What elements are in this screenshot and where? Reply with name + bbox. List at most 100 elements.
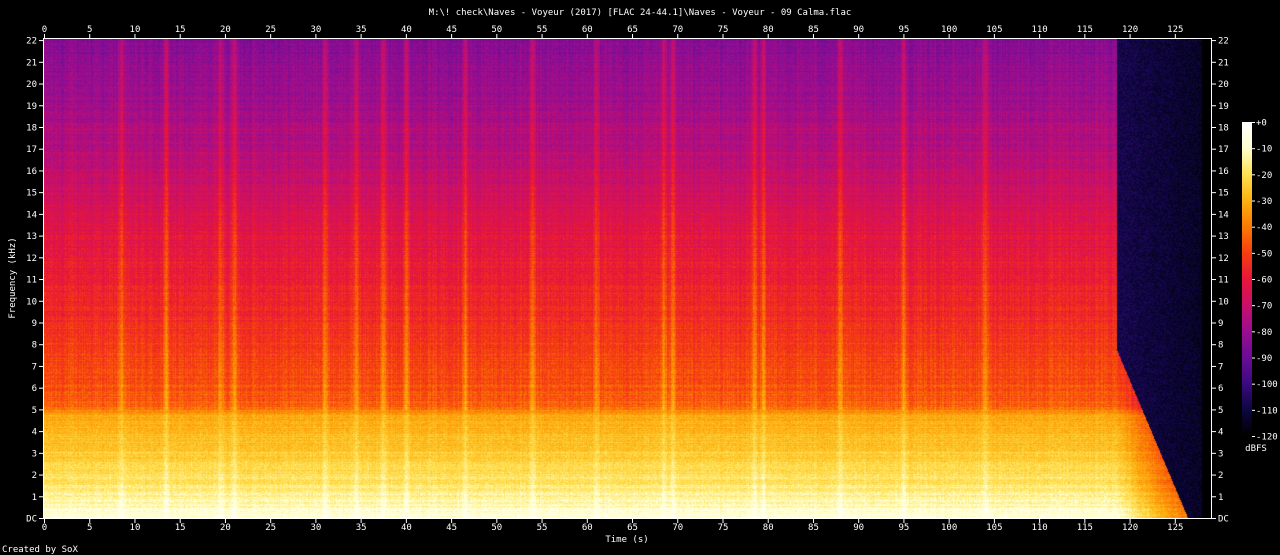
y-tick-label-right: 19 — [1218, 102, 1229, 112]
colorbar-tick-label: -110 — [1256, 406, 1278, 416]
x-tick-label-top: 90 — [853, 25, 864, 35]
x-tick-label-top: 80 — [763, 25, 774, 35]
x-tick-label-bottom: 100 — [941, 523, 957, 533]
colorbar-tick-label: -10 — [1256, 145, 1272, 155]
colorbar-tick-label: -20 — [1256, 171, 1272, 181]
x-tick-label-top: 95 — [898, 25, 909, 35]
y-tick-label-left: 15 — [26, 189, 37, 199]
chart-title: M:\! check\Naves - Voyeur (2017) [FLAC 2… — [429, 8, 852, 18]
y-tick-label-right: 11 — [1218, 276, 1229, 286]
x-tick-label-bottom: 55 — [537, 523, 548, 533]
y-tick-label-right: 21 — [1218, 58, 1229, 68]
colorbar-tick-label: -60 — [1256, 276, 1272, 286]
x-tick-label-bottom: 60 — [582, 523, 593, 533]
x-tick-label-bottom: 50 — [491, 523, 502, 533]
x-tick-label-top: 40 — [401, 25, 412, 35]
y-tick-label-left: 1 — [32, 493, 37, 503]
x-tick-label-top: 55 — [537, 25, 548, 35]
y-tick-label-left: 11 — [26, 276, 37, 286]
y-tick-label-right: 2 — [1218, 471, 1223, 481]
x-tick-label-bottom: 35 — [356, 523, 367, 533]
y-tick-label-left: 17 — [26, 145, 37, 155]
y-tick-label-left: 20 — [26, 80, 37, 90]
x-tick-label-bottom: 125 — [1167, 523, 1183, 533]
y-tick-label-right: 14 — [1218, 210, 1229, 220]
x-tick-label-bottom: 115 — [1077, 523, 1093, 533]
colorbar-ramp — [1242, 122, 1252, 436]
spectrogram-image — [44, 39, 1211, 518]
x-tick-label-top: 100 — [941, 25, 957, 35]
x-tick-label-top: 60 — [582, 25, 593, 35]
x-tick-label-bottom: 40 — [401, 523, 412, 533]
colorbar-tick-label: -100 — [1256, 380, 1278, 390]
colorbar-tick-label: -70 — [1256, 302, 1272, 312]
y-tick-label-right: 8 — [1218, 341, 1223, 351]
y-tick-label-right: DC — [1218, 515, 1229, 525]
y-tick-label-left: 7 — [32, 362, 37, 372]
y-axis-right: DC12345678910111213141516171819202122 — [1212, 37, 1229, 525]
x-tick-label-top: 20 — [220, 25, 231, 35]
y-tick-label-right: 20 — [1218, 80, 1229, 90]
x-tick-label-top: 120 — [1122, 25, 1138, 35]
y-tick-label-left: DC — [26, 515, 37, 525]
x-tick-label-bottom: 45 — [446, 523, 457, 533]
x-tick-label-bottom: 65 — [627, 523, 638, 533]
y-tick-label-left: 18 — [26, 123, 37, 133]
x-tick-label-top: 110 — [1031, 25, 1047, 35]
x-tick-label-bottom: 0 — [42, 523, 47, 533]
y-tick-label-right: 12 — [1218, 254, 1229, 264]
y-tick-label-right: 17 — [1218, 145, 1229, 155]
x-tick-label-top: 30 — [310, 25, 321, 35]
x-tick-label-top: 15 — [175, 25, 186, 35]
x-tick-label-top: 85 — [808, 25, 819, 35]
y-tick-label-left: 2 — [32, 471, 37, 481]
y-tick-label-left: 4 — [32, 428, 37, 438]
x-tick-label-top: 25 — [265, 25, 276, 35]
y-tick-label-right: 15 — [1218, 189, 1229, 199]
colorbar-tick-label: -90 — [1256, 354, 1272, 364]
y-tick-label-left: 21 — [26, 58, 37, 68]
y-tick-label-right: 3 — [1218, 449, 1223, 459]
colorbar-tick-label: -50 — [1256, 249, 1272, 259]
y-tick-label-left: 12 — [26, 254, 37, 264]
y-tick-label-left: 3 — [32, 449, 37, 459]
y-tick-label-left: 9 — [32, 319, 37, 329]
x-tick-label-bottom: 75 — [718, 523, 729, 533]
x-tick-label-bottom: 70 — [672, 523, 683, 533]
x-tick-label-top: 35 — [356, 25, 367, 35]
x-tick-label-top: 75 — [718, 25, 729, 35]
y-axis-left: DC12345678910111213141516171819202122 — [26, 37, 43, 525]
y-tick-label-right: 6 — [1218, 384, 1223, 394]
y-tick-label-left: 6 — [32, 384, 37, 394]
colorbar-ticks: +0 -10 -20 -30 -40 -50 -60 -70 -80 -90 -100 -110 -12… — [1252, 119, 1278, 443]
x-tick-label-top: 50 — [491, 25, 502, 35]
y-tick-label-right: 18 — [1218, 123, 1229, 133]
y-tick-label-left: 14 — [26, 210, 37, 220]
x-tick-label-top: 70 — [672, 25, 683, 35]
colorbar-tick-label: +0 — [1256, 119, 1267, 129]
colorbar-label: dBFS — [1245, 444, 1267, 454]
y-tick-label-right: 7 — [1218, 362, 1223, 372]
y-tick-label-right: 22 — [1218, 37, 1229, 47]
colorbar-tick-label: -40 — [1256, 223, 1272, 233]
y-tick-label-left: 5 — [32, 406, 37, 416]
y-tick-label-left: 8 — [32, 341, 37, 351]
x-axis-label: Time (s) — [605, 535, 648, 545]
colorbar: +0 -10 -20 -30 -40 -50 -60 -70 -80 -90 -100 -110 -12… — [1242, 119, 1278, 454]
x-tick-label-bottom: 25 — [265, 523, 276, 533]
x-tick-label-bottom: 85 — [808, 523, 819, 533]
x-tick-label-bottom: 95 — [898, 523, 909, 533]
x-tick-label-top: 115 — [1077, 25, 1093, 35]
x-tick-label-bottom: 10 — [130, 523, 141, 533]
x-tick-label-top: 65 — [627, 25, 638, 35]
x-tick-label-bottom: 90 — [853, 523, 864, 533]
x-tick-label-bottom: 20 — [220, 523, 231, 533]
x-tick-label-top: 125 — [1167, 25, 1183, 35]
colorbar-tick-label: -80 — [1256, 328, 1272, 338]
y-tick-label-left: 10 — [26, 297, 37, 307]
colorbar-tick-label: -30 — [1256, 197, 1272, 207]
spectrogram-plot — [43, 38, 1212, 519]
y-tick-label-left: 16 — [26, 167, 37, 177]
x-axis-bottom: 0 5 10 15 20 25 30 35 40 45 50 55 60 65 70 75 80 85 90 95 10… — [42, 519, 1183, 533]
y-tick-label-right: 5 — [1218, 406, 1223, 416]
